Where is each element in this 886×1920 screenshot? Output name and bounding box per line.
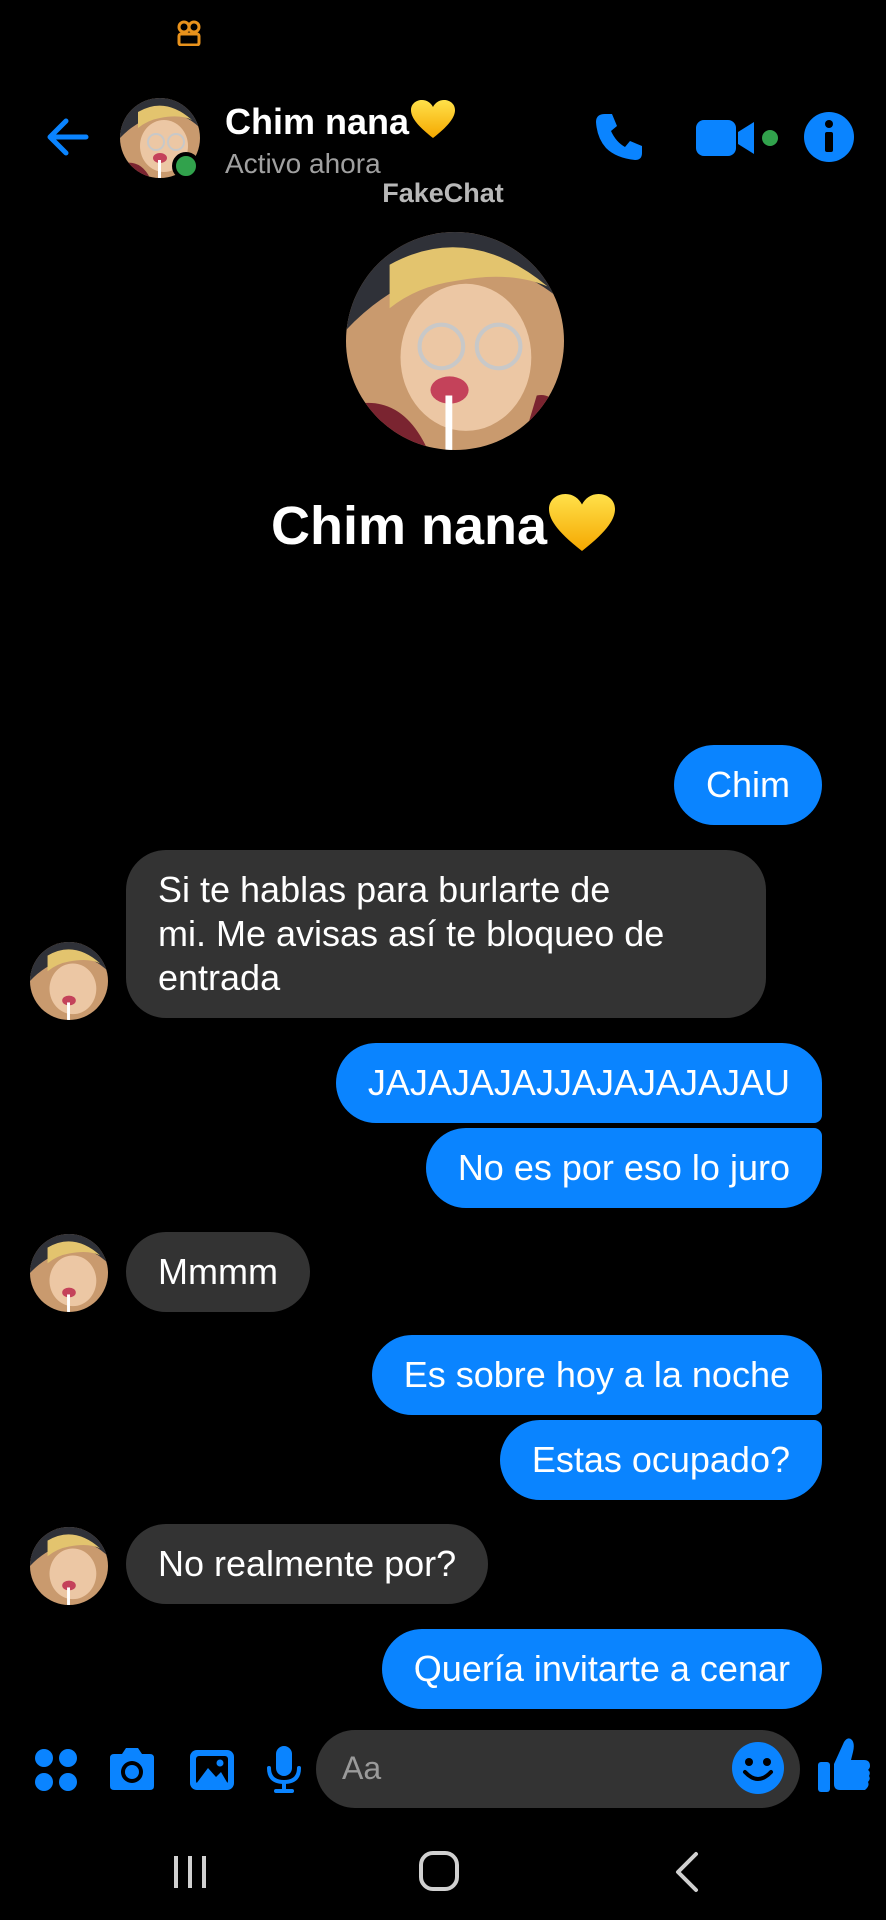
microphone-icon[interactable]: [258, 1744, 310, 1796]
profile-avatar[interactable]: [346, 232, 564, 450]
yellow-heart-icon: [549, 494, 616, 551]
message-input[interactable]: Aa: [316, 1730, 800, 1808]
message-line: Si te hablas para burlarte de: [158, 869, 611, 910]
message-composer: Aa: [0, 1724, 886, 1814]
recent-apps-icon[interactable]: [170, 1852, 210, 1892]
message-line: mi. Me avisas así te bloqueo de: [158, 913, 665, 954]
message-input-placeholder: Aa: [342, 1750, 382, 1786]
outgoing-message[interactable]: Chim: [673, 745, 822, 825]
info-icon[interactable]: [802, 110, 856, 164]
active-status: Activo ahora: [225, 148, 381, 179]
watermark: FakeChat: [382, 178, 504, 208]
outgoing-message[interactable]: Estas ocupado?: [499, 1420, 822, 1500]
outgoing-message[interactable]: Quería invitarte a cenar: [381, 1629, 822, 1709]
outgoing-message[interactable]: Es sobre hoy a la noche: [371, 1335, 822, 1415]
image-icon[interactable]: [186, 1744, 238, 1796]
home-icon[interactable]: [418, 1850, 460, 1892]
smiley-icon[interactable]: [730, 1740, 786, 1796]
four-dots-icon[interactable]: [30, 1744, 82, 1796]
phone-icon[interactable]: [592, 110, 646, 164]
notification-app-icon: [177, 20, 201, 46]
yellow-heart-icon: [411, 100, 456, 138]
sender-avatar[interactable]: [30, 1234, 108, 1312]
outgoing-message[interactable]: No es por eso lo juro: [425, 1128, 822, 1208]
incoming-message[interactable]: Mmmm: [126, 1232, 310, 1312]
system-nav-bar: [0, 1830, 886, 1920]
video-camera-icon[interactable]: [696, 116, 758, 160]
chevron-left-icon[interactable]: [672, 1850, 702, 1894]
chat-header: Chim nana Activo ahora: [0, 90, 886, 190]
thumbs-up-icon[interactable]: [816, 1736, 872, 1796]
sender-avatar[interactable]: [30, 1527, 108, 1605]
message-line: entrada: [158, 957, 281, 998]
online-indicator: [172, 152, 200, 180]
camera-icon[interactable]: [106, 1744, 158, 1796]
profile-name: Chim nana: [0, 494, 886, 557]
contact-name[interactable]: Chim nana: [225, 100, 456, 143]
arrow-left-icon[interactable]: [42, 112, 92, 162]
incoming-message[interactable]: No realmente por?: [126, 1524, 489, 1604]
outgoing-message[interactable]: JAJAJAJAJJAJAJAJAJAU: [335, 1043, 822, 1123]
incoming-message[interactable]: Si te hablas para burlarte de mi. Me avi…: [126, 850, 766, 1018]
sender-avatar[interactable]: [30, 942, 108, 1020]
video-available-indicator: [762, 130, 778, 146]
